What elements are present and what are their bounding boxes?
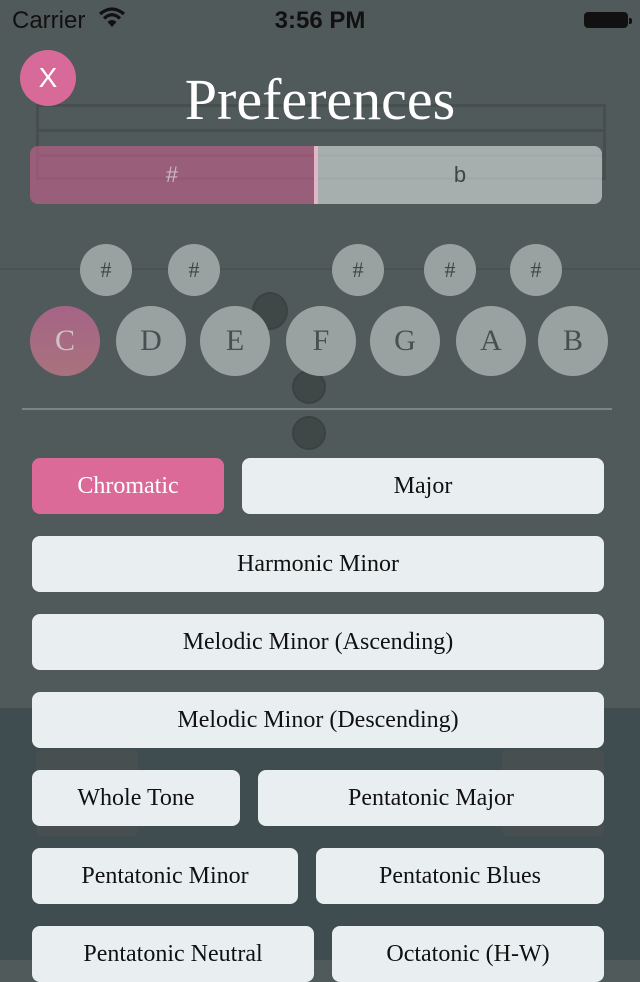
clock: 3:56 PM bbox=[274, 7, 366, 34]
accidental-segmented-control: # b bbox=[30, 146, 602, 204]
key-g-sharp[interactable]: # bbox=[424, 244, 476, 296]
scale-major-button[interactable]: Major bbox=[242, 458, 604, 514]
scale-melodic-minor-asc-button[interactable]: Melodic Minor (Ascending) bbox=[32, 614, 604, 670]
key-a[interactable]: A bbox=[456, 306, 526, 376]
status-bar: Carrier 3:56 PM bbox=[0, 0, 640, 40]
battery-icon bbox=[584, 12, 632, 28]
section-divider bbox=[22, 408, 612, 410]
key-f-sharp[interactable]: # bbox=[332, 244, 384, 296]
key-b[interactable]: B bbox=[538, 306, 608, 376]
scale-harmonic-minor-button[interactable]: Harmonic Minor bbox=[32, 536, 604, 592]
scale-melodic-minor-desc-button[interactable]: Melodic Minor (Descending) bbox=[32, 692, 604, 748]
key-a-sharp[interactable]: # bbox=[510, 244, 562, 296]
page-title: Preferences bbox=[184, 67, 456, 132]
key-f[interactable]: F bbox=[286, 306, 356, 376]
segment-sharp[interactable]: # bbox=[30, 146, 318, 204]
scale-pentatonic-neutral-button[interactable]: Pentatonic Neutral bbox=[32, 926, 314, 982]
key-e[interactable]: E bbox=[200, 306, 270, 376]
scale-octatonic-hw-button[interactable]: Octatonic (H-W) bbox=[332, 926, 604, 982]
key-d-sharp[interactable]: # bbox=[168, 244, 220, 296]
background-note-dot bbox=[292, 416, 326, 450]
key-d[interactable]: D bbox=[116, 306, 186, 376]
scale-pentatonic-major-button[interactable]: Pentatonic Major bbox=[258, 770, 604, 826]
key-c[interactable]: C bbox=[30, 306, 100, 376]
scale-pentatonic-minor-button[interactable]: Pentatonic Minor bbox=[32, 848, 298, 904]
segment-flat[interactable]: b bbox=[318, 146, 602, 204]
key-g[interactable]: G bbox=[370, 306, 440, 376]
key-c-sharp[interactable]: # bbox=[80, 244, 132, 296]
scale-whole-tone-button[interactable]: Whole Tone bbox=[32, 770, 240, 826]
scale-pentatonic-blues-button[interactable]: Pentatonic Blues bbox=[316, 848, 604, 904]
scale-chromatic-button[interactable]: Chromatic bbox=[32, 458, 224, 514]
